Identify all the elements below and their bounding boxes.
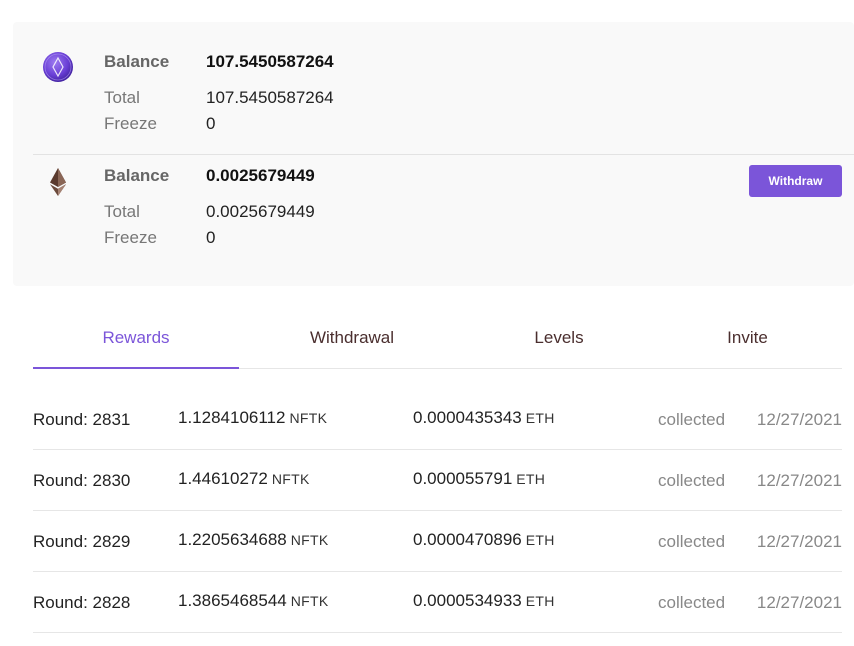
total-label: Total xyxy=(104,202,140,221)
balance-value: 107.5450587264 xyxy=(206,52,334,71)
tab-invite[interactable]: Invite xyxy=(653,308,842,368)
balance-label: Balance xyxy=(104,166,170,185)
eth-amount: 0.0000470896 ETH xyxy=(413,530,555,549)
asset-row-nftk: Balance 107.5450587264 Total 107.5450587… xyxy=(13,22,854,154)
tab-withdrawal[interactable]: Withdrawal xyxy=(249,308,455,368)
eth-amount: 0.000055791 ETH xyxy=(413,469,546,488)
list-item: Round: 2831 1.1284106112 NFTK 0.000043534… xyxy=(33,389,842,450)
eth-amount: 0.0000534933 ETH xyxy=(413,591,555,610)
list-item: Round: 2830 1.44610272 NFTK 0.000055791 ET… xyxy=(33,450,842,511)
nftk-coin-icon xyxy=(43,52,73,82)
balance-value: 0.0025679449 xyxy=(206,166,315,185)
reward-date: 12/27/2021 xyxy=(756,410,842,429)
nftk-amount: 1.3865468544 NFTK xyxy=(178,591,329,610)
reward-date: 12/27/2021 xyxy=(756,593,842,612)
freeze-value: 0 xyxy=(206,114,216,133)
freeze-label: Freeze xyxy=(104,228,157,247)
eth-unit: ETH xyxy=(525,532,555,548)
status-text: collected xyxy=(658,410,726,429)
nftk-unit: NFTK xyxy=(290,593,329,609)
asset-row-eth: Balance 0.0025679449 Total 0.0025679449 … xyxy=(13,154,854,286)
balance-label: Balance xyxy=(104,52,170,71)
nftk-unit: NFTK xyxy=(290,532,329,548)
eth-unit: ETH xyxy=(516,471,546,487)
nftk-amount: 1.44610272 NFTK xyxy=(178,469,310,488)
total-value: 0.0025679449 xyxy=(206,202,315,221)
ethereum-icon xyxy=(50,168,66,196)
freeze-value: 0 xyxy=(206,228,216,247)
nftk-amount: 1.2205634688 NFTK xyxy=(178,530,329,549)
tab-rewards[interactable]: Rewards xyxy=(33,308,239,368)
round-number: Round: 2831 xyxy=(33,410,131,429)
reward-date: 12/27/2021 xyxy=(756,532,842,551)
eth-amount: 0.0000435343 ETH xyxy=(413,408,555,427)
total-value: 107.5450587264 xyxy=(206,88,334,107)
nftk-amount: 1.1284106112 NFTK xyxy=(178,408,328,427)
nftk-unit: NFTK xyxy=(289,410,328,426)
status-text: collected xyxy=(658,593,726,612)
withdraw-button[interactable]: Withdraw xyxy=(749,165,842,197)
list-item: Round: 2828 1.3865468544 NFTK 0.000053493… xyxy=(33,572,842,633)
round-number: Round: 2828 xyxy=(33,593,131,612)
eth-unit: ETH xyxy=(525,593,555,609)
status-text: collected xyxy=(658,471,726,490)
freeze-label: Freeze xyxy=(104,114,157,133)
total-label: Total xyxy=(104,88,140,107)
rewards-list: Round: 2831 1.1284106112 NFTK 0.000043534… xyxy=(33,389,842,633)
list-item: Round: 2829 1.2205634688 NFTK 0.000047089… xyxy=(33,511,842,572)
reward-date: 12/27/2021 xyxy=(756,471,842,490)
balance-panel: Balance 107.5450587264 Total 107.5450587… xyxy=(13,22,854,286)
round-number: Round: 2830 xyxy=(33,471,131,490)
status-text: collected xyxy=(658,532,726,551)
eth-unit: ETH xyxy=(525,410,555,426)
round-number: Round: 2829 xyxy=(33,532,131,551)
tab-bar: Rewards Withdrawal Levels Invite xyxy=(33,308,842,369)
tab-levels[interactable]: Levels xyxy=(456,308,662,368)
active-tab-indicator xyxy=(33,367,239,369)
nftk-unit: NFTK xyxy=(271,471,310,487)
